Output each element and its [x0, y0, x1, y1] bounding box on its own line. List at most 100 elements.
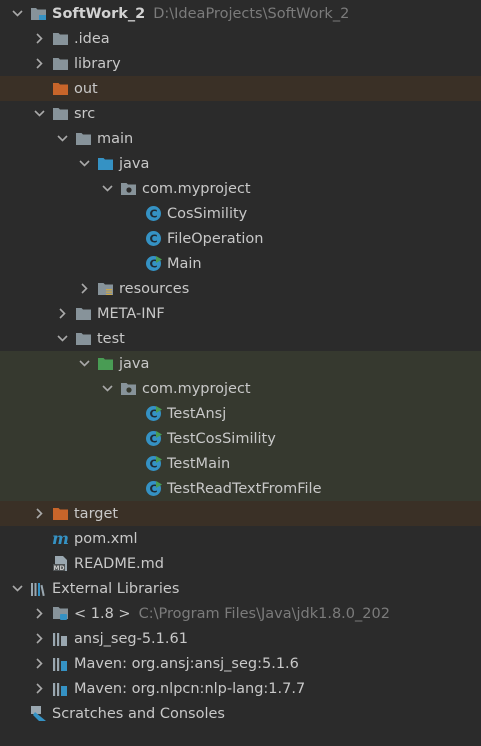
- tree-label: FileOperation: [167, 230, 264, 247]
- chevron-down-icon[interactable]: [10, 1, 24, 26]
- folder-icon: [75, 130, 92, 147]
- scratches-icon: [30, 705, 47, 722]
- chevron-right-icon[interactable]: [32, 626, 46, 651]
- tree-row-test-java[interactable]: java: [0, 351, 481, 376]
- chevron-down-icon[interactable]: [100, 176, 114, 201]
- tree-label: .idea: [74, 30, 110, 47]
- chevron-right-icon[interactable]: [77, 276, 91, 301]
- tree-row-test-class[interactable]: C TestAnsj: [0, 401, 481, 426]
- chevron-right-icon[interactable]: [55, 301, 69, 326]
- maven-library-icon: [52, 680, 69, 697]
- tree-label: com.myproject: [142, 180, 251, 197]
- runnable-class-icon: C: [145, 480, 162, 497]
- svg-text:C: C: [149, 208, 157, 221]
- chevron-right-icon[interactable]: [32, 501, 46, 526]
- tree-row-src[interactable]: src: [0, 101, 481, 126]
- project-tree: SoftWork_2 D:\IdeaProjects\SoftWork_2 .i…: [0, 0, 481, 746]
- chevron-down-icon[interactable]: [32, 101, 46, 126]
- tree-row-test-class[interactable]: C TestCosSimility: [0, 426, 481, 451]
- chevron-right-icon[interactable]: [32, 26, 46, 51]
- chevron-down-icon[interactable]: [55, 326, 69, 351]
- excluded-folder-icon: [52, 505, 69, 522]
- svg-text:MD: MD: [54, 565, 65, 572]
- class-icon: C: [145, 205, 162, 222]
- tree-row-jdk[interactable]: < 1.8 > C:\Program Files\Java\jdk1.8.0_2…: [0, 601, 481, 626]
- tree-label: library: [74, 55, 121, 72]
- tree-row-library[interactable]: library: [0, 51, 481, 76]
- folder-icon: [52, 30, 69, 47]
- tree-label: External Libraries: [52, 580, 180, 597]
- project-path: D:\IdeaProjects\SoftWork_2: [153, 5, 350, 22]
- tree-row-main-package[interactable]: com.myproject: [0, 176, 481, 201]
- tree-row-test-class[interactable]: C TestReadTextFromFile: [0, 476, 481, 501]
- resources-folder-icon: [97, 280, 114, 297]
- tree-row-main[interactable]: main: [0, 126, 481, 151]
- folder-icon: [75, 330, 92, 347]
- tree-label: TestMain: [167, 455, 231, 472]
- chevron-down-icon[interactable]: [77, 351, 91, 376]
- chevron-down-icon[interactable]: [55, 126, 69, 151]
- tree-label: META-INF: [97, 305, 165, 322]
- tree-row-readme[interactable]: MD README.md: [0, 551, 481, 576]
- chevron-right-icon[interactable]: [32, 51, 46, 76]
- tree-row-test-class[interactable]: C TestMain: [0, 451, 481, 476]
- tree-label: CosSimility: [167, 205, 248, 222]
- tree-label: pom.xml: [74, 530, 138, 547]
- tree-row-main-java[interactable]: java: [0, 151, 481, 176]
- runnable-class-icon: C: [145, 405, 162, 422]
- jdk-path: C:\Program Files\Java\jdk1.8.0_202: [138, 605, 390, 622]
- package-icon: [120, 180, 137, 197]
- chevron-right-icon[interactable]: [32, 601, 46, 626]
- svg-text:C: C: [149, 233, 157, 246]
- tree-label: test: [97, 330, 125, 347]
- tree-label: TestAnsj: [167, 405, 227, 422]
- runnable-class-icon: C: [145, 255, 162, 272]
- project-folder-icon: [30, 5, 47, 22]
- folder-icon: [52, 55, 69, 72]
- test-folder-icon: [97, 355, 114, 372]
- tree-label: out: [74, 80, 98, 97]
- tree-label: Main: [167, 255, 202, 272]
- tree-row-out[interactable]: out: [0, 76, 481, 101]
- tree-row-scratches[interactable]: Scratches and Consoles: [0, 701, 481, 726]
- tree-row-class[interactable]: C CosSimility: [0, 201, 481, 226]
- chevron-down-icon[interactable]: [77, 151, 91, 176]
- chevron-right-icon[interactable]: [32, 651, 46, 676]
- excluded-folder-icon: [52, 80, 69, 97]
- library-icon: [52, 630, 69, 647]
- folder-icon: [75, 305, 92, 322]
- tree-row-pom[interactable]: m pom.xml: [0, 526, 481, 551]
- tree-row-idea[interactable]: .idea: [0, 26, 481, 51]
- library-icon: [30, 580, 47, 597]
- tree-label: java: [119, 155, 150, 172]
- jdk-folder-icon: [52, 605, 69, 622]
- tree-label: resources: [119, 280, 190, 297]
- tree-row-target[interactable]: target: [0, 501, 481, 526]
- tree-row-external-libraries[interactable]: External Libraries: [0, 576, 481, 601]
- tree-label: main: [97, 130, 134, 147]
- markdown-icon: MD: [52, 555, 69, 572]
- tree-label: Scratches and Consoles: [52, 705, 225, 722]
- folder-icon: [52, 105, 69, 122]
- tree-label: com.myproject: [142, 380, 251, 397]
- chevron-down-icon[interactable]: [100, 376, 114, 401]
- chevron-right-icon[interactable]: [32, 676, 46, 701]
- tree-label: TestCosSimility: [167, 430, 276, 447]
- maven-library-icon: [52, 655, 69, 672]
- tree-row-project[interactable]: SoftWork_2 D:\IdeaProjects\SoftWork_2: [0, 1, 481, 26]
- tree-row-test-package[interactable]: com.myproject: [0, 376, 481, 401]
- tree-label: Maven: org.ansj:ansj_seg:5.1.6: [74, 655, 299, 672]
- source-folder-icon: [97, 155, 114, 172]
- tree-row-class[interactable]: C FileOperation: [0, 226, 481, 251]
- tree-row-test[interactable]: test: [0, 326, 481, 351]
- chevron-down-icon[interactable]: [10, 576, 24, 601]
- tree-label: target: [74, 505, 119, 522]
- tree-row-library-jar[interactable]: ansj_seg-5.1.61: [0, 626, 481, 651]
- tree-row-resources[interactable]: resources: [0, 276, 481, 301]
- tree-row-library-maven[interactable]: Maven: org.ansj:ansj_seg:5.1.6: [0, 651, 481, 676]
- tree-row-class[interactable]: C Main: [0, 251, 481, 276]
- runnable-class-icon: C: [145, 455, 162, 472]
- tree-row-meta-inf[interactable]: META-INF: [0, 301, 481, 326]
- tree-row-library-maven[interactable]: Maven: org.nlpcn:nlp-lang:1.7.7: [0, 676, 481, 701]
- svg-text:m: m: [52, 530, 69, 547]
